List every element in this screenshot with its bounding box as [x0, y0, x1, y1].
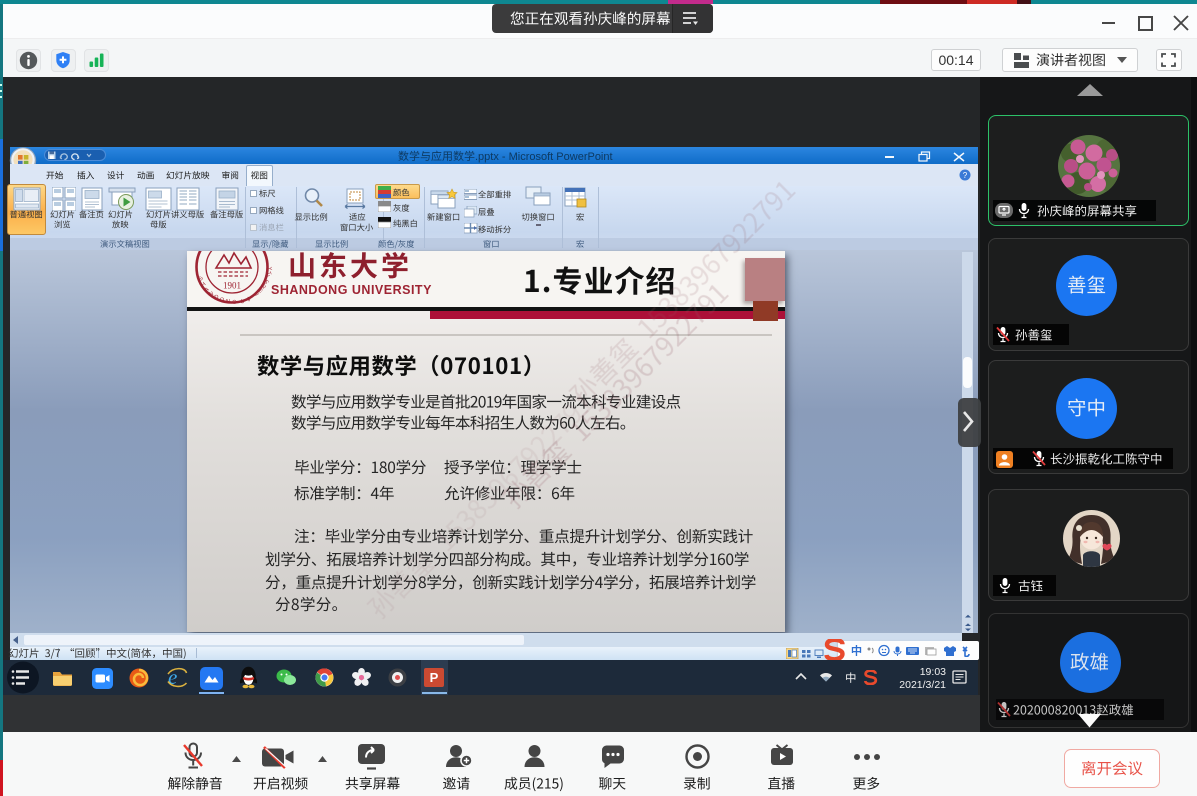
- svg-text:N: N: [226, 299, 230, 305]
- svg-text:P: P: [430, 670, 439, 685]
- svg-text:中: 中: [851, 644, 862, 657]
- svg-text:O: O: [220, 297, 226, 303]
- svg-text:?: ?: [963, 171, 968, 180]
- svg-text:1901: 1901: [223, 281, 241, 291]
- svg-text:D: D: [214, 294, 219, 301]
- svg-text:G: G: [232, 300, 237, 305]
- svg-text:U: U: [239, 299, 244, 305]
